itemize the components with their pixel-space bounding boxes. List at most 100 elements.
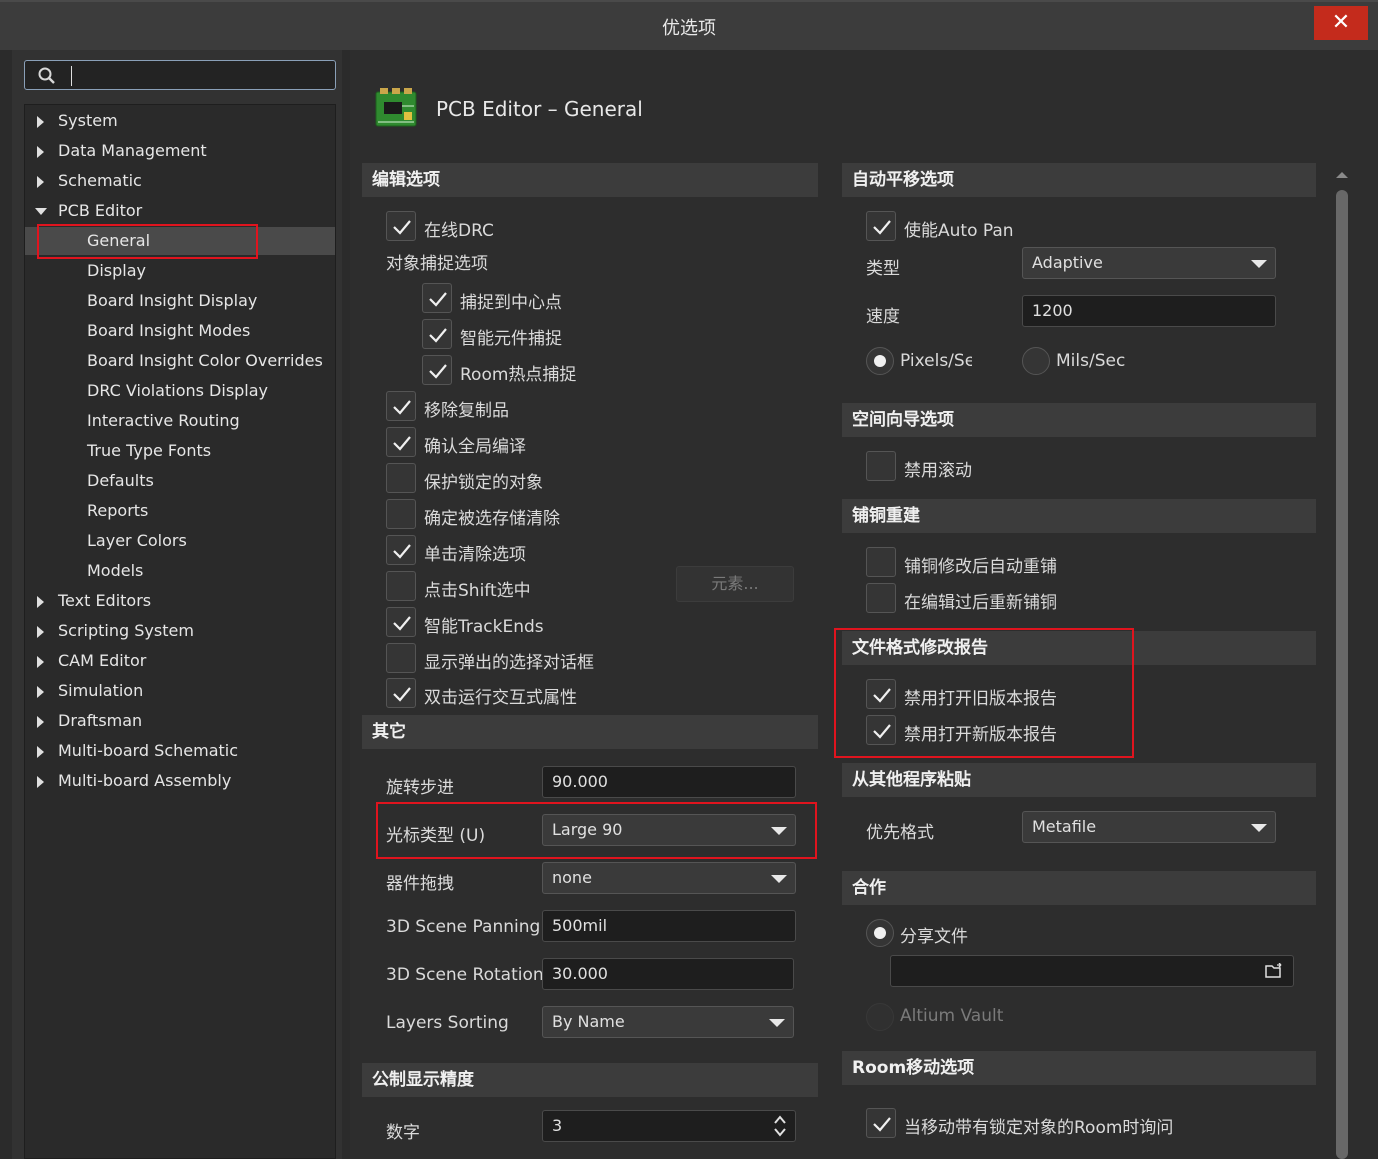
disable-roll-checkbox[interactable] (866, 451, 896, 481)
rotation-step-input[interactable]: 90.000 (542, 766, 796, 798)
search-input[interactable] (24, 60, 336, 90)
protect-locked-label: 保护锁定的对象 (424, 473, 543, 493)
mils-per-sec-label: Mils/Sec (1056, 351, 1126, 371)
tree-item-multi-board-schematic[interactable]: Multi-board Schematic (25, 737, 335, 765)
component-drag-select[interactable]: none (542, 862, 796, 894)
show-popup-selection-checkbox[interactable] (386, 643, 416, 673)
chevron-down-icon (769, 1019, 785, 1027)
expand-right-icon[interactable] (37, 716, 44, 728)
expand-right-icon[interactable] (37, 776, 44, 788)
tree-item-simulation[interactable]: Simulation (25, 677, 335, 705)
online-drc-checkbox[interactable] (386, 211, 416, 241)
tree-item-label: Interactive Routing (87, 411, 240, 430)
expand-right-icon[interactable] (37, 746, 44, 758)
expand-right-icon[interactable] (37, 626, 44, 638)
shift-click-select-checkbox[interactable] (386, 571, 416, 601)
confirm-clear-selection-checkbox[interactable] (386, 499, 416, 529)
checkmark-icon (429, 364, 447, 379)
protect-locked-checkbox[interactable] (386, 463, 416, 493)
digits-stepper[interactable]: 3 (542, 1110, 796, 1142)
share-file-radio[interactable] (866, 919, 894, 947)
highlight-cursor-type (376, 802, 817, 859)
vertical-scrollbar[interactable] (1334, 168, 1350, 1159)
click-clear-selection-checkbox[interactable] (386, 535, 416, 565)
tree-item-reports[interactable]: Reports (25, 497, 335, 525)
tree-item-display[interactable]: Display (25, 257, 335, 285)
autopan-type-value: Adaptive (1032, 253, 1103, 272)
tree-item-board-insight-color-overrides[interactable]: Board Insight Color Overrides (25, 347, 335, 375)
tree-item-interactive-routing[interactable]: Interactive Routing (25, 407, 335, 435)
expand-down-icon[interactable] (35, 208, 47, 215)
scene-rotation-input[interactable]: 30.000 (542, 958, 794, 990)
rotation-step-label: 旋转步进 (386, 778, 454, 798)
preferred-format-value: Metafile (1032, 817, 1097, 836)
expand-right-icon[interactable] (37, 176, 44, 188)
radio-dot (874, 927, 886, 939)
expand-right-icon[interactable] (37, 656, 44, 668)
layers-sorting-label: Layers Sorting (386, 1013, 509, 1033)
expand-right-icon[interactable] (37, 116, 44, 128)
tree-item-models[interactable]: Models (25, 557, 335, 585)
pixels-per-sec-radio[interactable] (866, 347, 894, 375)
mils-per-sec-radio[interactable] (1022, 347, 1050, 375)
room-hotspot-checkbox[interactable] (422, 355, 452, 385)
auto-rebuild-checkbox[interactable] (866, 547, 896, 577)
share-path-input[interactable] (890, 955, 1294, 987)
tree-item-drc-violations-display[interactable]: DRC Violations Display (25, 377, 335, 405)
tree-item-data-management[interactable]: Data Management (25, 137, 335, 165)
section-collaboration: 合作 (842, 871, 1316, 905)
autopan-type-select[interactable]: Adaptive (1022, 247, 1276, 279)
tree-item-label: Reports (87, 501, 149, 520)
chevron-down-icon (771, 875, 787, 883)
tree-item-text-editors[interactable]: Text Editors (25, 587, 335, 615)
highlight-general (37, 224, 258, 259)
component-drag-label: 器件拖拽 (386, 874, 454, 894)
snap-center-label: 捕捉到中心点 (460, 293, 562, 313)
tree-item-board-insight-modes[interactable]: Board Insight Modes (25, 317, 335, 345)
tree-item-label: Data Management (58, 141, 207, 160)
tree-item-multi-board-assembly[interactable]: Multi-board Assembly (25, 767, 335, 795)
tree-item-schematic[interactable]: Schematic (25, 167, 335, 195)
tree-item-label: Multi-board Assembly (58, 771, 232, 790)
layers-sorting-select[interactable]: By Name (542, 1006, 794, 1038)
settings-pane (350, 50, 1378, 1159)
snap-center-checkbox[interactable] (422, 283, 452, 313)
expand-right-icon[interactable] (37, 146, 44, 158)
expand-right-icon[interactable] (37, 596, 44, 608)
tree-item-defaults[interactable]: Defaults (25, 467, 335, 495)
scroll-thumb[interactable] (1336, 190, 1348, 1159)
window-title: 优选项 (662, 18, 716, 39)
room-ask-locked-checkbox[interactable] (866, 1108, 896, 1138)
tree-item-layer-colors[interactable]: Layer Colors (25, 527, 335, 555)
tree-item-label: DRC Violations Display (87, 381, 269, 400)
tree-item-true-type-fonts[interactable]: True Type Fonts (25, 437, 335, 465)
autopan-speed-input[interactable]: 1200 (1022, 295, 1276, 327)
scene-panning-input[interactable]: 500mil (542, 910, 796, 942)
autopan-enable-checkbox[interactable] (866, 211, 896, 241)
tree-item-board-insight-display[interactable]: Board Insight Display (25, 287, 335, 315)
preferred-format-select[interactable]: Metafile (1022, 811, 1276, 843)
tree-item-draftsman[interactable]: Draftsman (25, 707, 335, 735)
repour-after-edit-checkbox[interactable] (866, 583, 896, 613)
tree-item-pcb-editor[interactable]: PCB Editor (25, 197, 335, 225)
smart-component-snap-checkbox[interactable] (422, 319, 452, 349)
highlight-file-format-report (834, 628, 1134, 758)
checkmark-icon (429, 292, 447, 307)
tree-item-label: Board Insight Modes (87, 321, 251, 340)
smart-track-ends-checkbox[interactable] (386, 607, 416, 637)
elements-button[interactable]: 元素... (676, 566, 794, 602)
tree-item-system[interactable]: System (25, 107, 335, 135)
confirm-global-edit-checkbox[interactable] (386, 427, 416, 457)
scroll-up-arrow-icon[interactable] (1336, 172, 1348, 178)
altium-vault-radio[interactable] (866, 1003, 894, 1031)
expand-right-icon[interactable] (37, 686, 44, 698)
online-drc-label: 在线DRC (424, 221, 494, 241)
digits-value: 3 (552, 1116, 563, 1135)
open-folder-icon[interactable] (1265, 963, 1285, 979)
title-bar: 优选项 ✕ (0, 0, 1378, 50)
tree-item-cam-editor[interactable]: CAM Editor (25, 647, 335, 675)
close-button[interactable]: ✕ (1314, 6, 1368, 40)
remove-duplicates-checkbox[interactable] (386, 391, 416, 421)
tree-item-scripting-system[interactable]: Scripting System (25, 617, 335, 645)
double-click-inspector-checkbox[interactable] (386, 678, 416, 708)
